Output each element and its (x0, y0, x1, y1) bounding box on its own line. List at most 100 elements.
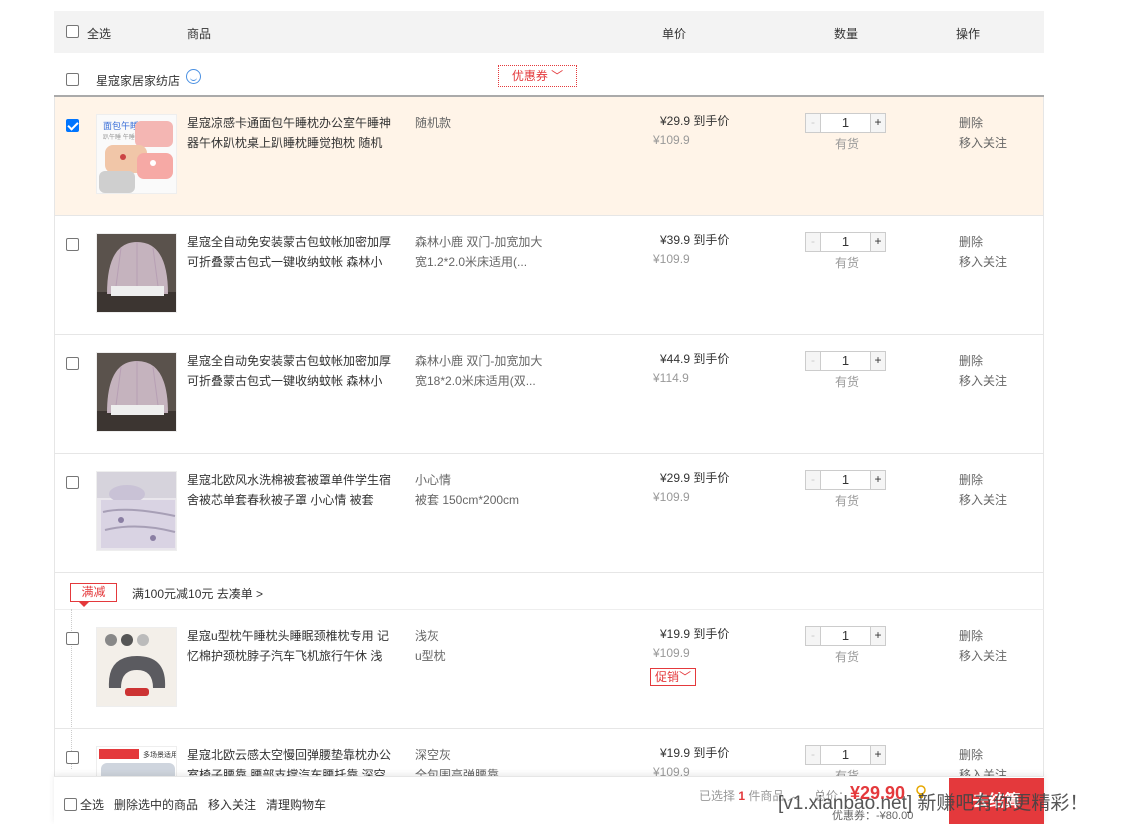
spec-line-1: 森林小鹿 双门-加宽加大 (415, 354, 543, 368)
qty-input[interactable]: 1 (821, 352, 870, 370)
quantity-stepper: -1 + (805, 470, 886, 490)
col-product: 商品 (187, 27, 212, 41)
cart-item: 星寇全自动免安装蒙古包蚊帐加密加厚可折叠蒙古包式一键收纳蚊帐 森林小 森林小鹿 双… (54, 216, 1044, 335)
quantity-stepper: -1 + (805, 626, 886, 646)
product-image[interactable] (96, 352, 177, 432)
delete-link[interactable]: 删除 (959, 627, 983, 644)
qty-input[interactable]: 1 (821, 746, 870, 764)
product-spec: 森林小鹿 双门-加宽加大 宽1.2*2.0米床适用(... (415, 232, 555, 272)
shop-checkbox[interactable] (66, 73, 79, 86)
move-to-follow-link[interactable]: 移入关注 (959, 647, 1007, 664)
delete-link[interactable]: 删除 (959, 233, 983, 250)
qty-input[interactable]: 1 (821, 471, 870, 489)
unit-price: ¥19.9 到手价 (660, 746, 730, 760)
product-title[interactable]: 星寇凉感卡通面包午睡枕办公室午睡神器午休趴枕桌上趴睡枕睡觉抱枕 随机 (187, 113, 397, 153)
unit-price: ¥19.9 到手价 (660, 627, 730, 641)
promo-group-row: 满减 满100元减10元 去凑单 > (54, 573, 1044, 769)
original-price: ¥109.9 (653, 646, 690, 660)
product-spec: 随机款 (415, 113, 555, 133)
spec-line-2: 宽18*2.0米床适用(双... (415, 374, 536, 388)
delete-link[interactable]: 删除 (959, 114, 983, 131)
quantity-stepper: -1 + (805, 351, 886, 371)
item-checkbox[interactable] (66, 632, 79, 645)
qty-plus-button[interactable]: + (870, 471, 885, 489)
clear-cart-link[interactable]: 清理购物车 (266, 796, 326, 813)
delete-link[interactable]: 删除 (959, 471, 983, 488)
cart-item: 星寇北欧风水洗棉被套被罩单件学生宿舍被芯单套春秋被子罩 小心情 被套 小心情 被套 … (54, 454, 1044, 573)
product-spec: 浅灰 u型枕 (415, 626, 555, 666)
cart-header: 全选 商品 单价 数量 操作 (54, 11, 1044, 53)
qty-plus-button[interactable]: + (870, 627, 885, 645)
stock-status: 有货 (835, 256, 860, 270)
qty-plus-button[interactable]: + (870, 233, 885, 251)
item-checkbox[interactable] (66, 751, 79, 764)
spec-line-2: 宽1.2*2.0米床适用(... (415, 255, 528, 269)
quantity-stepper: -1 + (805, 113, 886, 133)
product-image[interactable]: 面包午睡枕 趴午睡 午睡神器 (96, 114, 177, 194)
select-all-checkbox[interactable] (66, 25, 79, 38)
shop-name[interactable]: 星寇家居家纺店 (96, 72, 180, 89)
quantity-stepper: -1 + (805, 232, 886, 252)
spec-line-2: 被套 150cm*200cm (415, 493, 520, 507)
spec-line-1: 小心情 (415, 473, 452, 487)
item-checkbox[interactable] (66, 476, 79, 489)
bottom-select-all-checkbox[interactable] (64, 798, 77, 811)
item-checkbox[interactable] (66, 238, 79, 251)
delete-link[interactable]: 删除 (959, 352, 983, 369)
delete-selected-link[interactable]: 删除选中的商品 (114, 796, 198, 813)
qty-minus-button[interactable]: - (806, 114, 821, 132)
product-title[interactable]: 星寇全自动免安装蒙古包蚊帐加密加厚可折叠蒙古包式一键收纳蚊帐 森林小 (187, 351, 397, 391)
product-title[interactable]: 星寇全自动免安装蒙古包蚊帐加密加厚可折叠蒙古包式一键收纳蚊帐 森林小 (187, 232, 397, 272)
stock-status: 有货 (835, 494, 860, 508)
item-list: 面包午睡枕 趴午睡 午睡神器 星寇凉感卡通面包午睡枕办公室午睡神器午休趴枕桌上趴睡枕… (54, 95, 1044, 824)
qty-plus-button[interactable]: + (870, 746, 885, 764)
svg-text:多场景适用: 多场景适用 (143, 750, 177, 759)
chat-icon[interactable] (186, 69, 201, 84)
qty-minus-button[interactable]: - (806, 352, 821, 370)
cart-item: 星寇全自动免安装蒙古包蚊帐加密加厚可折叠蒙古包式一键收纳蚊帐 森林小 森林小鹿 双… (54, 335, 1044, 454)
promo-dropdown[interactable]: 促销﹀ (650, 668, 696, 686)
product-title[interactable]: 星寇u型枕午睡枕头睡眠颈椎枕专用 记忆棉护颈枕脖子汽车飞机旅行午休 浅 (187, 626, 397, 666)
original-price: ¥109.9 (653, 133, 690, 147)
delete-link[interactable]: 删除 (959, 746, 983, 763)
qty-plus-button[interactable]: + (870, 352, 885, 370)
original-price: ¥109.9 (653, 252, 690, 266)
shop-row: 星寇家居家纺店 优惠券 ﹀ (54, 53, 1044, 95)
cart-item: 面包午睡枕 趴午睡 午睡神器 星寇凉感卡通面包午睡枕办公室午睡神器午休趴枕桌上趴睡枕… (54, 97, 1044, 216)
spec-line-1: 浅灰 (415, 629, 440, 643)
unit-price: ¥39.9 到手价 (660, 233, 730, 247)
coupon-button[interactable]: 优惠券 ﹀ (498, 65, 577, 87)
move-to-follow-link[interactable]: 移入关注 (959, 253, 1007, 270)
selected-prefix: 已选择 (699, 789, 736, 803)
product-image[interactable] (96, 627, 177, 707)
product-image[interactable] (96, 471, 177, 551)
qty-minus-button[interactable]: - (806, 627, 821, 645)
qty-input[interactable]: 1 (821, 627, 870, 645)
watermark: [v1.xianbao.net] 新赚吧有你更精彩！ (778, 793, 1089, 814)
spec-line-1: 森林小鹿 双门-加宽加大 (415, 235, 543, 249)
promo-add-more-link[interactable]: 满100元减10元 去凑单 > (132, 585, 263, 602)
qty-minus-button[interactable]: - (806, 233, 821, 251)
bottom-select-all-label[interactable]: 全选 (80, 796, 104, 813)
qty-minus-button[interactable]: - (806, 471, 821, 489)
spec-line-2: u型枕 (415, 649, 446, 663)
item-checkbox[interactable] (66, 357, 79, 370)
spec-line-1: 随机款 (415, 116, 452, 130)
product-title[interactable]: 星寇北欧风水洗棉被套被罩单件学生宿舍被芯单套春秋被子罩 小心情 被套 (187, 470, 397, 510)
move-to-follow-link[interactable]: 移入关注 (959, 372, 1007, 389)
qty-plus-button[interactable]: + (870, 114, 885, 132)
move-to-follow-link[interactable]: 移入关注 (959, 134, 1007, 151)
col-qty: 数量 (834, 27, 859, 41)
qty-minus-button[interactable]: - (806, 746, 821, 764)
stock-status: 有货 (835, 375, 860, 389)
unit-price: ¥29.9 到手价 (660, 471, 730, 485)
move-to-follow-link[interactable]: 移入关注 (959, 491, 1007, 508)
product-spec: 小心情被套 150cm*200cm (415, 470, 555, 510)
quantity-stepper: -1 + (805, 745, 886, 765)
item-checkbox[interactable] (66, 119, 79, 132)
product-image[interactable] (96, 233, 177, 313)
qty-input[interactable]: 1 (821, 114, 870, 132)
selected-count-value: 1 (738, 789, 746, 803)
qty-input[interactable]: 1 (821, 233, 870, 251)
move-follow-link[interactable]: 移入关注 (208, 796, 256, 813)
